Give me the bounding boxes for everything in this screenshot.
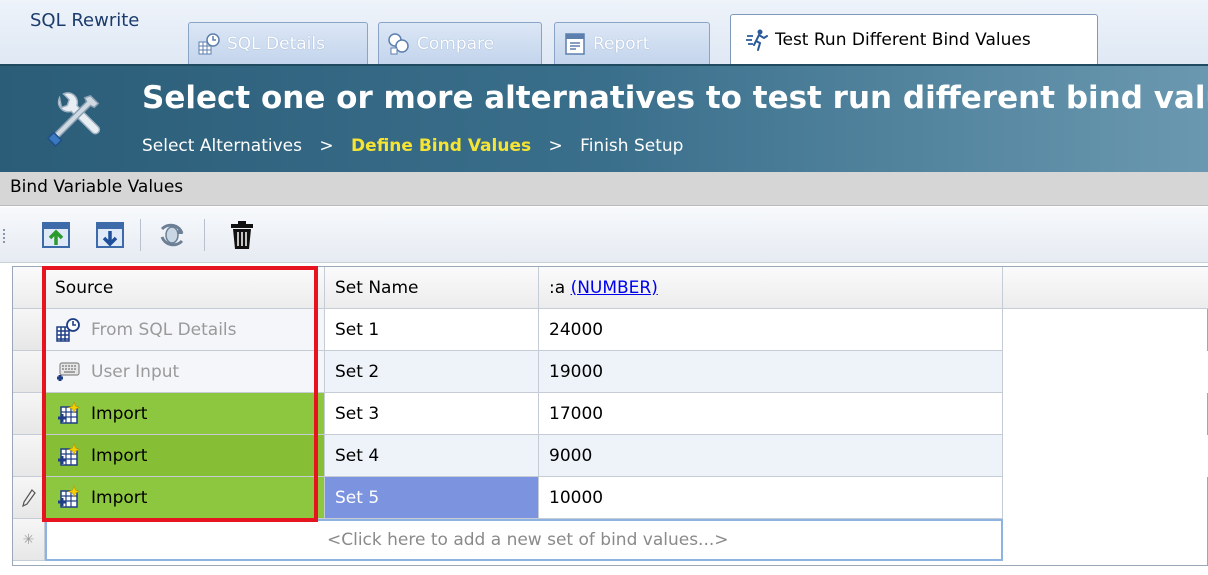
test-run-icon (746, 29, 768, 51)
empty-cell (1003, 435, 1208, 477)
column-header-source[interactable]: Source (45, 267, 325, 309)
import-source-icon (58, 400, 81, 424)
compare-icon (388, 32, 409, 54)
section-title: Bind Variable Values (0, 172, 1208, 206)
toolbar-separator (204, 219, 205, 251)
source-label: Import (91, 445, 148, 466)
source-label: Import (91, 403, 148, 424)
row-selector-editing[interactable] (13, 477, 45, 519)
breadcrumb-separator: > (548, 136, 563, 156)
bind-value-cell[interactable]: 19000 (539, 351, 1003, 393)
source-cell: Import (45, 477, 325, 519)
trash-icon[interactable] (226, 219, 258, 251)
source-label: User Input (91, 361, 180, 382)
user-input-keyboard-icon (57, 361, 80, 381)
bind-variable-type-link[interactable]: (NUMBER) (571, 278, 658, 298)
app-title: SQL Rewrite (30, 10, 140, 31)
source-label: From SQL Details (91, 319, 237, 340)
toolbar-separator (140, 219, 141, 251)
column-header-set-name[interactable]: Set Name (325, 267, 539, 309)
source-cell: Import (45, 435, 325, 477)
source-cell: From SQL Details (45, 309, 325, 351)
toolbar (0, 207, 1208, 263)
toolbar-grip[interactable] (3, 229, 7, 243)
new-row[interactable]: ✳ <Click here to add a new set of bind v… (13, 519, 1208, 561)
bind-value-cell[interactable]: 10000 (539, 477, 1003, 519)
refresh-icon[interactable] (156, 219, 188, 251)
table-row[interactable]: Import Set 3 17000 (13, 393, 1208, 435)
banner-title: Select one or more alternatives to test … (142, 80, 1208, 116)
empty-cell (1003, 393, 1208, 435)
row-selector[interactable] (13, 351, 45, 393)
breadcrumb-step-define-bind-values[interactable]: Define Bind Values (351, 136, 531, 156)
set-name-cell[interactable]: Set 1 (325, 309, 539, 351)
empty-cell (1003, 309, 1208, 351)
import-source-icon (58, 442, 81, 466)
new-row-asterisk-icon: ✳ (13, 519, 45, 561)
wizard-banner: Select one or more alternatives to test … (0, 64, 1208, 172)
bind-value-cell[interactable]: 24000 (539, 309, 1003, 351)
tools-icon (46, 92, 101, 148)
table-row[interactable]: Import Set 5 10000 (13, 477, 1208, 519)
set-name-cell[interactable]: Set 4 (325, 435, 539, 477)
tab-label: Report (593, 33, 650, 54)
source-cell: Import (45, 393, 325, 435)
set-name-cell[interactable]: Set 3 (325, 393, 539, 435)
tab-report[interactable]: Report (554, 22, 710, 64)
table-row[interactable]: From SQL Details Set 1 24000 (13, 309, 1208, 351)
breadcrumb-step-finish-setup[interactable]: Finish Setup (580, 136, 683, 156)
row-selector[interactable] (13, 309, 45, 351)
column-header-bind-variable[interactable]: :a (NUMBER) (539, 267, 1003, 309)
pencil-icon (21, 488, 36, 507)
breadcrumb: Select Alternatives > Define Bind Values… (142, 136, 683, 156)
sql-details-icon (198, 32, 220, 54)
source-cell: User Input (45, 351, 325, 393)
sql-details-source-icon (56, 317, 80, 342)
tab-label: Compare (417, 33, 495, 54)
empty-cell (1003, 351, 1208, 393)
tab-sql-details[interactable]: SQL Details (188, 22, 368, 64)
source-label: Import (91, 487, 148, 508)
import-source-icon (58, 484, 81, 508)
set-name-cell[interactable]: Set 2 (325, 351, 539, 393)
tab-test-run[interactable]: Test Run Different Bind Values (730, 14, 1098, 64)
tab-label: SQL Details (227, 33, 325, 54)
row-selector-header[interactable] (13, 267, 45, 309)
breadcrumb-step-select-alternatives[interactable]: Select Alternatives (142, 136, 302, 156)
tab-strip: SQL Rewrite SQL Details Compare Report T… (0, 0, 1208, 64)
empty-cell (1003, 477, 1208, 519)
table-row[interactable]: User Input Set 2 19000 (13, 351, 1208, 393)
bind-values-grid: Source Set Name :a (NUMBER) From SQL Det… (12, 266, 1208, 566)
breadcrumb-separator: > (319, 136, 334, 156)
tab-label: Test Run Different Bind Values (775, 29, 1031, 50)
grid-header-row: Source Set Name :a (NUMBER) (13, 267, 1208, 309)
column-header-empty (1003, 267, 1208, 309)
set-name-cell-selected[interactable]: Set 5 (325, 477, 539, 519)
bind-value-cell[interactable]: 17000 (539, 393, 1003, 435)
add-new-set-row[interactable]: <Click here to add a new set of bind val… (45, 519, 1003, 561)
row-selector[interactable] (13, 393, 45, 435)
row-selector[interactable] (13, 435, 45, 477)
new-row-placeholder: <Click here to add a new set of bind val… (327, 530, 729, 550)
export-icon[interactable] (94, 219, 126, 251)
report-icon (565, 32, 585, 55)
table-row[interactable]: Import Set 4 9000 (13, 435, 1208, 477)
import-icon[interactable] (40, 219, 72, 251)
tab-compare[interactable]: Compare (378, 22, 542, 64)
bind-value-cell[interactable]: 9000 (539, 435, 1003, 477)
bind-variable-name: :a (549, 277, 566, 298)
